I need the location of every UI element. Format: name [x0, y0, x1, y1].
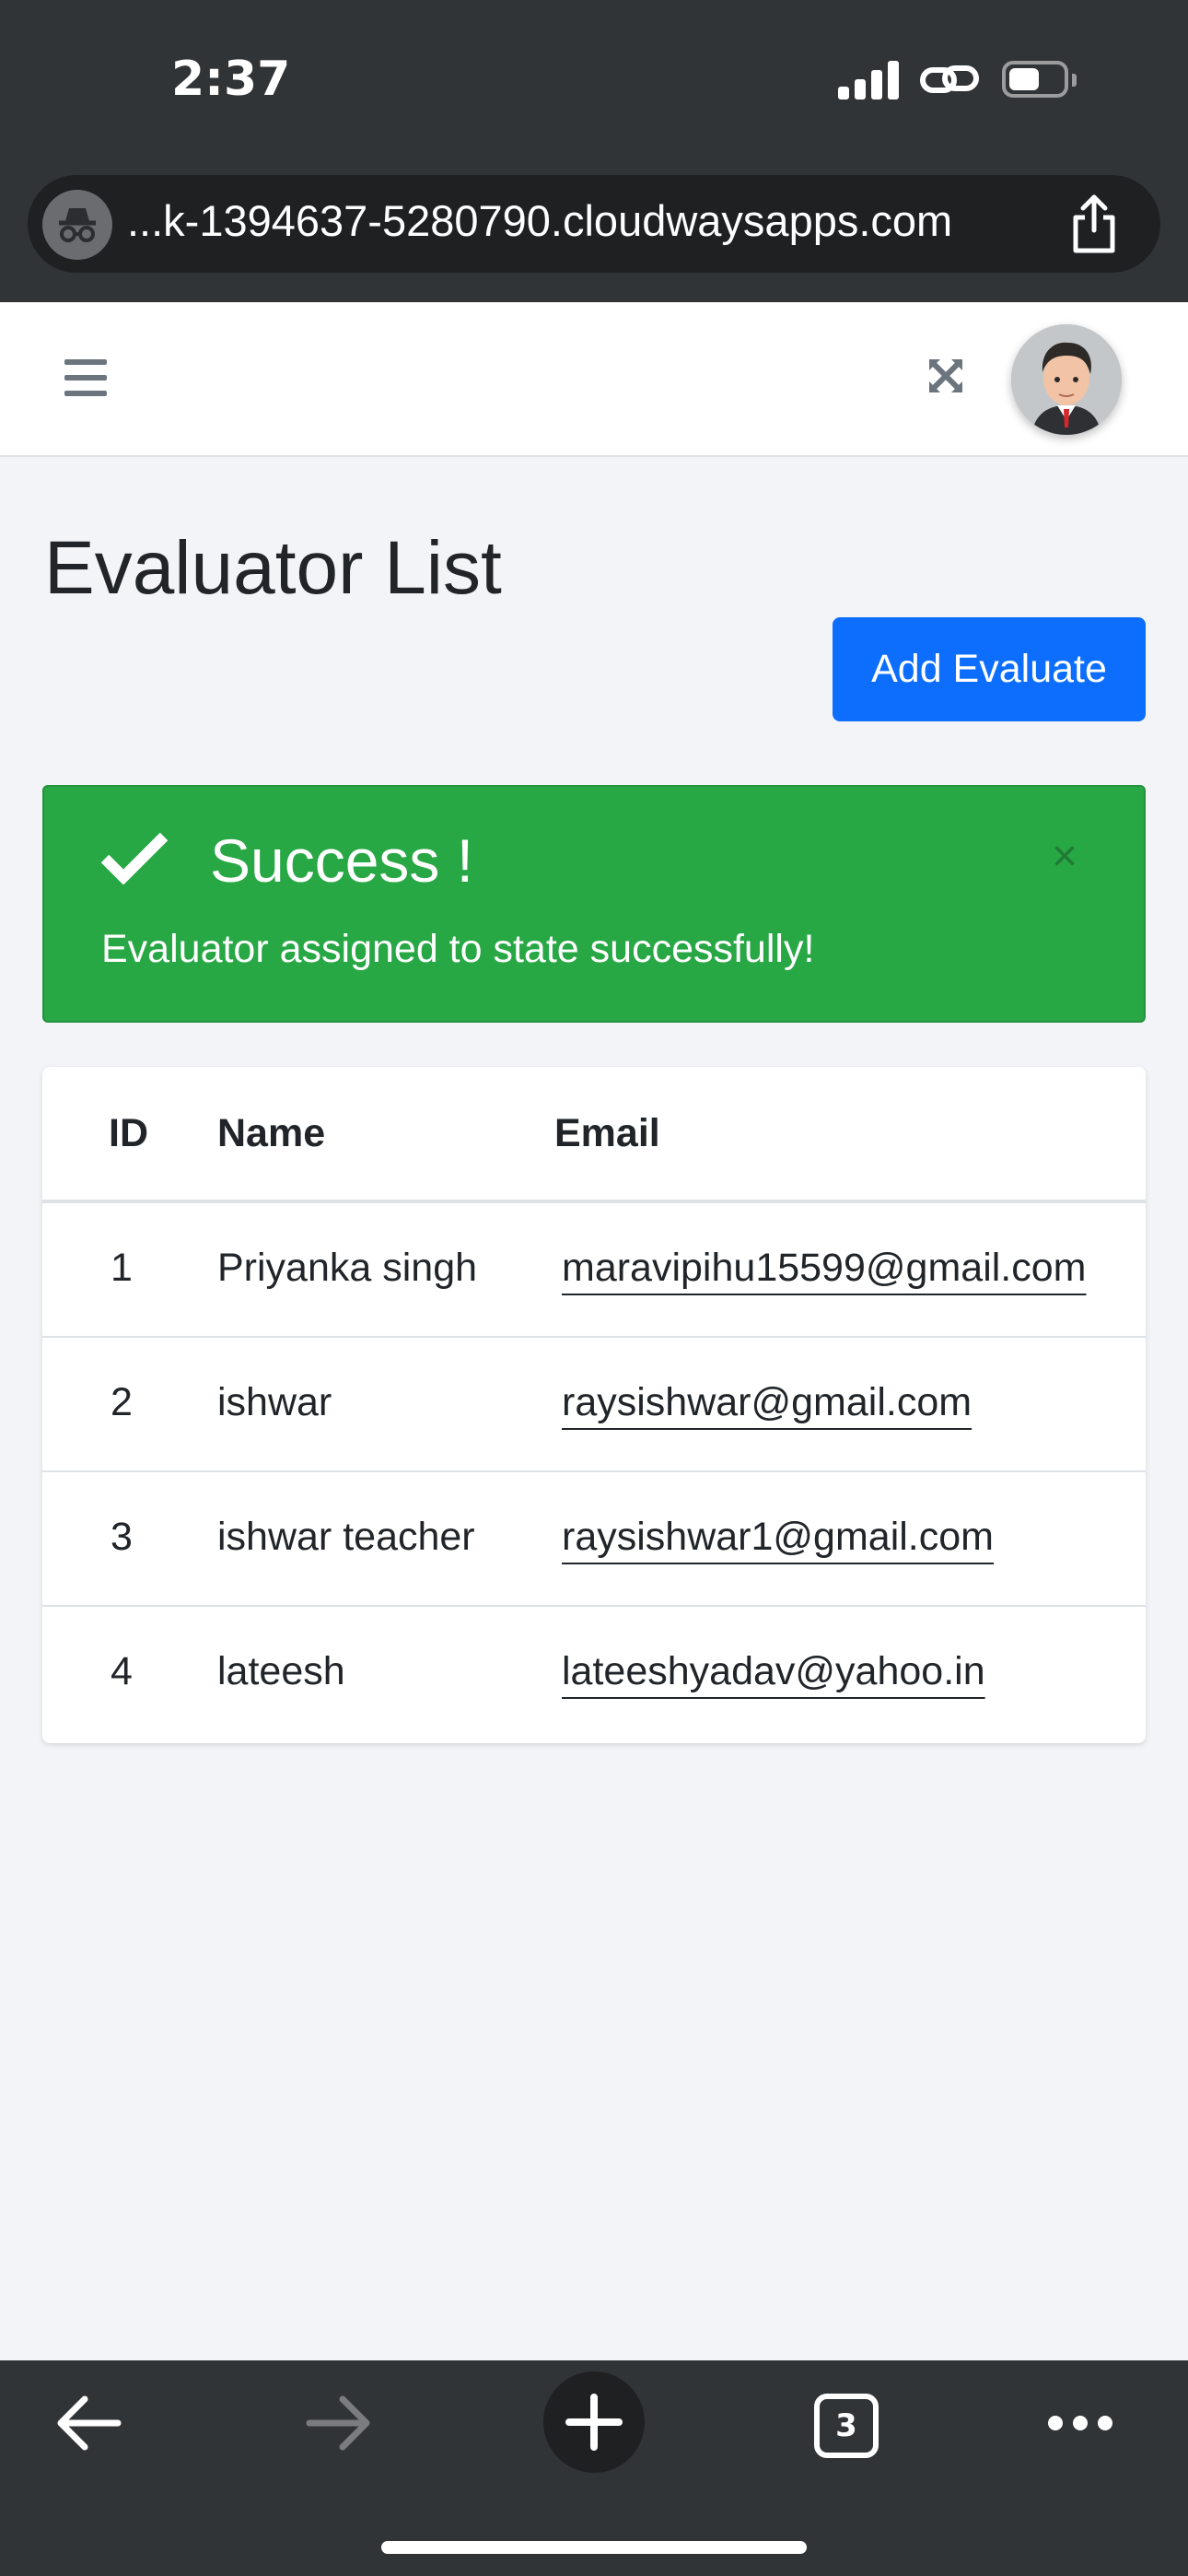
back-icon[interactable] — [53, 2394, 123, 2453]
avatar[interactable] — [1011, 324, 1122, 435]
link-icon — [920, 65, 979, 93]
cell-name: ishwar — [217, 1380, 332, 1424]
close-icon[interactable]: × — [1052, 835, 1077, 879]
alert-message: Evaluator assigned to state successfully… — [101, 927, 815, 971]
table-row: 4 lateesh lateeshyadav@yahoo.in — [42, 1607, 1146, 1741]
table-row: 1 Priyanka singh maravipihu15599@gmail.c… — [42, 1203, 1146, 1338]
cell-name: Priyanka singh — [217, 1246, 478, 1290]
tabs-icon[interactable]: 3 — [814, 2394, 879, 2458]
cell-email-link[interactable]: raysishwar@gmail.com — [562, 1380, 972, 1425]
alert-title: Success ! — [210, 826, 474, 895]
header-name: Name — [217, 1111, 326, 1155]
incognito-icon[interactable] — [42, 190, 112, 260]
cell-id: 2 — [111, 1380, 133, 1424]
plus-icon — [565, 2394, 623, 2451]
battery-icon — [1002, 59, 1077, 100]
header-id: ID — [109, 1111, 148, 1155]
cell-id: 3 — [111, 1515, 133, 1559]
page-title: Evaluator List — [44, 526, 502, 610]
table-row: 2 ishwar raysishwar@gmail.com — [42, 1338, 1146, 1472]
cell-id: 4 — [111, 1649, 133, 1693]
forward-icon[interactable] — [304, 2394, 374, 2453]
fullscreen-icon[interactable] — [926, 356, 966, 396]
signal-icon — [838, 59, 901, 100]
more-icon[interactable] — [1046, 2412, 1114, 2434]
cell-id: 1 — [111, 1246, 133, 1290]
cell-email-link[interactable]: lateeshyadav@yahoo.in — [562, 1649, 985, 1694]
cell-name: lateesh — [217, 1649, 345, 1693]
evaluator-table: ID Name Email 1 Priyanka singh maravipih… — [42, 1067, 1146, 1743]
share-icon[interactable] — [1068, 193, 1120, 254]
cell-email-link[interactable]: maravipihu15599@gmail.com — [562, 1246, 1086, 1291]
cell-email-link[interactable]: raysishwar1@gmail.com — [562, 1515, 994, 1560]
status-time: 2:37 — [171, 52, 291, 107]
check-icon — [100, 832, 169, 884]
url-text[interactable]: ...k-1394637-5280790.cloudwaysapps.com — [127, 195, 952, 246]
new-tab-button[interactable] — [543, 2371, 645, 2473]
success-alert: Success ! × Evaluator assigned to state … — [42, 785, 1146, 1023]
cell-name: ishwar teacher — [217, 1515, 475, 1559]
table-row: 3 ishwar teacher raysishwar1@gmail.com — [42, 1472, 1146, 1607]
add-evaluate-button[interactable]: Add Evaluate — [833, 617, 1146, 721]
home-indicator[interactable] — [381, 2541, 807, 2554]
app-header — [0, 302, 1188, 457]
hamburger-icon[interactable] — [64, 359, 107, 396]
header-email: Email — [554, 1111, 660, 1155]
